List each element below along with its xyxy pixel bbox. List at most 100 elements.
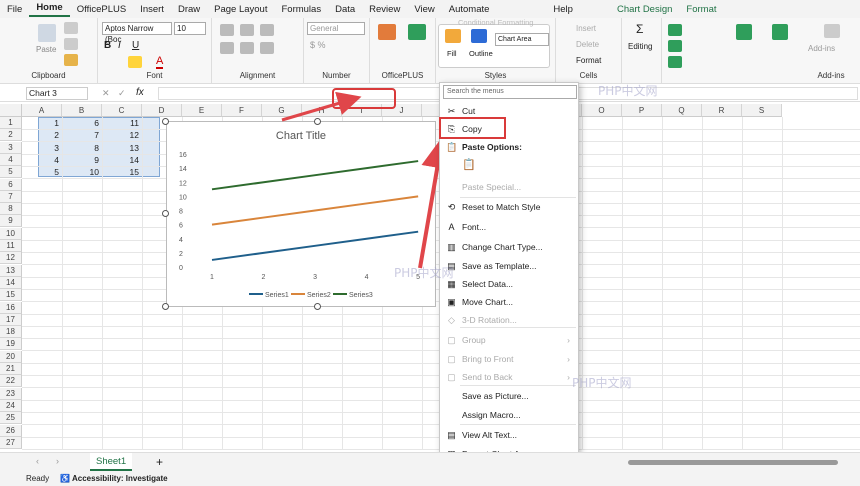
- cell-c1[interactable]: 11: [102, 117, 142, 129]
- font-size-combo[interactable]: 10: [174, 22, 206, 35]
- editing-icon[interactable]: Σ: [636, 22, 643, 36]
- tab-data[interactable]: Data: [328, 4, 362, 15]
- horizontal-scrollbar[interactable]: [628, 460, 838, 465]
- enter-icon[interactable]: ✓: [118, 88, 126, 99]
- outline-pen-icon[interactable]: [471, 29, 487, 43]
- column-header-g[interactable]: G: [262, 104, 302, 117]
- row-header-18[interactable]: 18: [0, 326, 22, 339]
- align-top-icon[interactable]: [220, 24, 234, 36]
- row-header-16[interactable]: 16: [0, 301, 22, 314]
- row-header-8[interactable]: 8: [0, 203, 22, 216]
- resize-handle-l[interactable]: [162, 210, 169, 217]
- sheet-icon-5[interactable]: [772, 24, 788, 40]
- cell-c2[interactable]: 12: [102, 129, 142, 141]
- insert-cells-button[interactable]: Insert: [576, 24, 596, 33]
- addins-icon[interactable]: [824, 24, 840, 38]
- font-color-icon[interactable]: A: [156, 55, 164, 69]
- resize-handle-t[interactable]: [314, 118, 321, 125]
- menu-item-change-chart-type[interactable]: ▥ Change Chart Type...: [440, 239, 578, 256]
- row-header-15[interactable]: 15: [0, 289, 22, 302]
- cell-b4[interactable]: 9: [62, 154, 102, 166]
- tab-review[interactable]: Review: [362, 4, 407, 15]
- row-header-14[interactable]: 14: [0, 276, 22, 289]
- tab-chart-design[interactable]: Chart Design: [610, 4, 679, 15]
- resize-handle-tl[interactable]: [162, 118, 169, 125]
- status-accessibility[interactable]: Accessibility: Investigate: [72, 472, 168, 486]
- format-painter-icon[interactable]: [64, 54, 78, 66]
- align-middle-icon[interactable]: [240, 24, 254, 36]
- merge-icon[interactable]: [260, 42, 274, 54]
- menu-item-save-as-template[interactable]: ▤ Save as Template...: [440, 258, 578, 275]
- conditional-formatting-button[interactable]: Conditional Formatting: [458, 18, 533, 27]
- tab-formulas[interactable]: Formulas: [274, 4, 328, 15]
- select-all-corner[interactable]: [0, 104, 22, 117]
- column-header-c[interactable]: C: [102, 104, 142, 117]
- sheet-icon-3[interactable]: [668, 56, 682, 68]
- align-left-icon[interactable]: [220, 42, 234, 54]
- italic-button[interactable]: I: [118, 40, 121, 51]
- column-header-b[interactable]: B: [62, 104, 102, 117]
- menu-item-move-chart[interactable]: ▣ Move Chart...: [440, 294, 578, 311]
- chart-element-combo[interactable]: Chart Area: [495, 33, 549, 46]
- row-header-4[interactable]: 4: [0, 153, 22, 166]
- row-header-6[interactable]: 6: [0, 178, 22, 191]
- row-header-23[interactable]: 23: [0, 387, 22, 400]
- column-header-e[interactable]: E: [182, 104, 222, 117]
- tab-file[interactable]: File: [0, 4, 29, 15]
- format-cells-button[interactable]: Format: [576, 56, 601, 65]
- column-header-p[interactable]: P: [622, 104, 662, 117]
- underline-button[interactable]: U: [132, 40, 139, 51]
- prev-sheet-icon[interactable]: ‹: [36, 456, 39, 466]
- officeplus-ppt-icon[interactable]: [378, 24, 396, 40]
- series-line-1[interactable]: [211, 230, 419, 261]
- column-header-a[interactable]: A: [22, 104, 62, 117]
- align-center-icon[interactable]: [240, 42, 254, 54]
- legend-label-2[interactable]: Series2: [307, 292, 331, 299]
- column-header-d[interactable]: D: [142, 104, 182, 117]
- menu-item-font[interactable]: A Font...: [440, 219, 578, 236]
- paste-icon[interactable]: [38, 24, 56, 42]
- cell-b1[interactable]: 6: [62, 117, 102, 129]
- tab-format[interactable]: Format: [679, 4, 723, 15]
- cell-c5[interactable]: 15: [102, 166, 142, 178]
- bold-button[interactable]: B: [104, 40, 111, 51]
- row-header-22[interactable]: 22: [0, 375, 22, 388]
- tab-home[interactable]: Home: [29, 1, 70, 17]
- fx-button[interactable]: fx: [136, 87, 144, 98]
- tab-automate[interactable]: Automate: [442, 4, 497, 15]
- column-header-s[interactable]: S: [742, 104, 782, 117]
- menu-item-view-alt-text[interactable]: ▤ View Alt Text...: [440, 427, 578, 444]
- sheet-icon-2[interactable]: [668, 40, 682, 52]
- name-box[interactable]: Chart 3: [26, 87, 88, 100]
- row-header-3[interactable]: 3: [0, 141, 22, 154]
- row-header-7[interactable]: 7: [0, 190, 22, 203]
- series-line-3[interactable]: [211, 160, 419, 191]
- tab-insert[interactable]: Insert: [133, 4, 171, 15]
- column-header-o[interactable]: O: [582, 104, 622, 117]
- row-header-27[interactable]: 27: [0, 436, 22, 449]
- cell-a1[interactable]: 1: [22, 117, 62, 129]
- row-header-25[interactable]: 25: [0, 412, 22, 425]
- row-header-2[interactable]: 2: [0, 129, 22, 142]
- delete-cells-button[interactable]: Delete: [576, 40, 599, 49]
- row-header-17[interactable]: 17: [0, 313, 22, 326]
- cell-b2[interactable]: 7: [62, 129, 102, 141]
- menu-item-reset-to-match-style[interactable]: ⟲ Reset to Match Style: [440, 199, 578, 216]
- row-header-9[interactable]: 9: [0, 215, 22, 228]
- tab-view[interactable]: View: [407, 4, 441, 15]
- tab-page-layout[interactable]: Page Layout: [207, 4, 274, 15]
- cell-c4[interactable]: 14: [102, 154, 142, 166]
- tab-help[interactable]: Help: [546, 4, 580, 15]
- fill-color-icon[interactable]: [128, 56, 142, 68]
- menu-item-assign-macro[interactable]: Assign Macro...: [440, 407, 578, 424]
- cell-a5[interactable]: 5: [22, 166, 62, 178]
- row-header-12[interactable]: 12: [0, 252, 22, 265]
- row-header-19[interactable]: 19: [0, 338, 22, 351]
- column-header-r[interactable]: R: [702, 104, 742, 117]
- sheet-icon-1[interactable]: [668, 24, 682, 36]
- cancel-icon[interactable]: ✕: [102, 88, 110, 99]
- tab-draw[interactable]: Draw: [171, 4, 207, 15]
- cell-a4[interactable]: 4: [22, 154, 62, 166]
- menu-item-select-data[interactable]: ▦ Select Data...: [440, 276, 578, 293]
- cell-b5[interactable]: 10: [62, 166, 102, 178]
